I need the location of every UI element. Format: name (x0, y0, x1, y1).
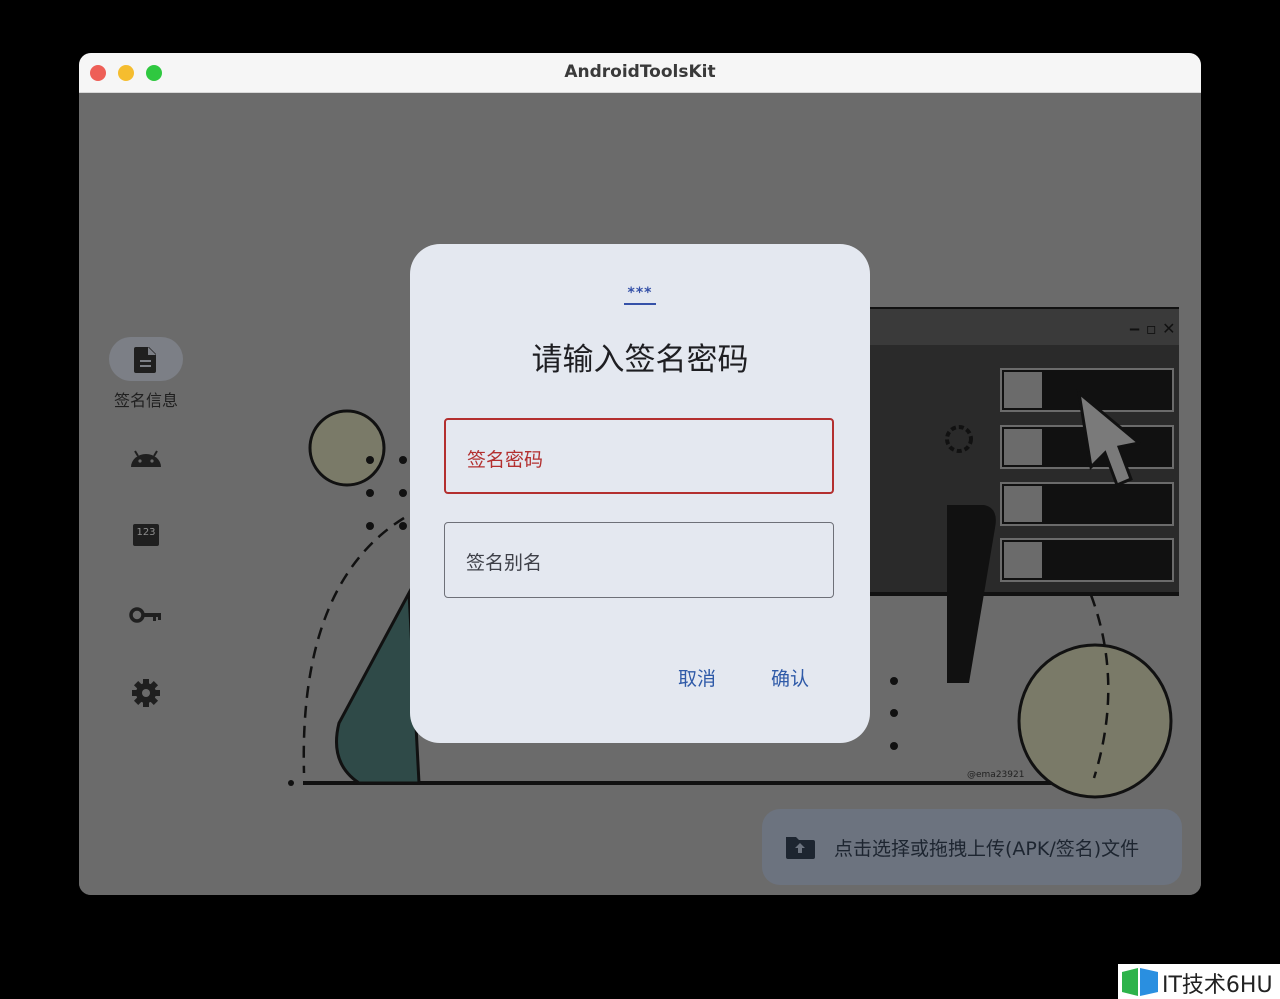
sidebar-item-label: 签名信息 (113, 391, 178, 410)
watermark-logo-icon (1122, 968, 1158, 996)
document-icon (134, 347, 156, 373)
upload-label: 点击选择或拖拽上传(APK/签名)文件 (834, 838, 1140, 860)
numeric-123-text: 123 (136, 527, 156, 538)
watermark: IT技术6HU (1118, 964, 1280, 999)
android-icon (131, 450, 161, 467)
key-icon (129, 607, 161, 623)
title-bar: AndroidToolsKit (79, 53, 1201, 93)
sidebar-item-android[interactable] (107, 445, 185, 475)
illustration-credit: @ema23921 (967, 770, 1024, 780)
sidebar-item-settings[interactable] (107, 677, 185, 713)
password-field[interactable]: 签名密码 (444, 418, 834, 494)
sidebar-item-keys[interactable] (107, 603, 185, 631)
folder-upload-icon (786, 837, 815, 859)
dialog-title: 请输入签名密码 (531, 342, 749, 378)
svg-text:‒ ▫ ✕: ‒ ▫ ✕ (1129, 319, 1176, 338)
confirm-button[interactable]: 确认 (765, 662, 815, 692)
password-icon-text: *** (627, 285, 653, 301)
window-title: AndroidToolsKit (564, 62, 716, 82)
password-icon: *** (410, 282, 870, 305)
upload-drop-zone[interactable]: 点击选择或拖拽上传(APK/签名)文件 (762, 809, 1182, 885)
password-field-label: 签名密码 (467, 449, 544, 471)
cancel-button[interactable]: 取消 (672, 662, 722, 692)
watermark-text: IT技术6HU (1162, 973, 1273, 998)
alias-field[interactable]: 签名别名 (444, 522, 834, 598)
sidebar-item-signature-info[interactable] (109, 337, 183, 381)
sidebar-item-number-tools[interactable]: 123 (107, 523, 185, 551)
alias-field-label: 签名别名 (466, 552, 543, 574)
password-dialog: *** 请输入签名密码 签名密码 签名别名 取消 确认 (410, 244, 870, 743)
gear-icon (132, 679, 160, 707)
